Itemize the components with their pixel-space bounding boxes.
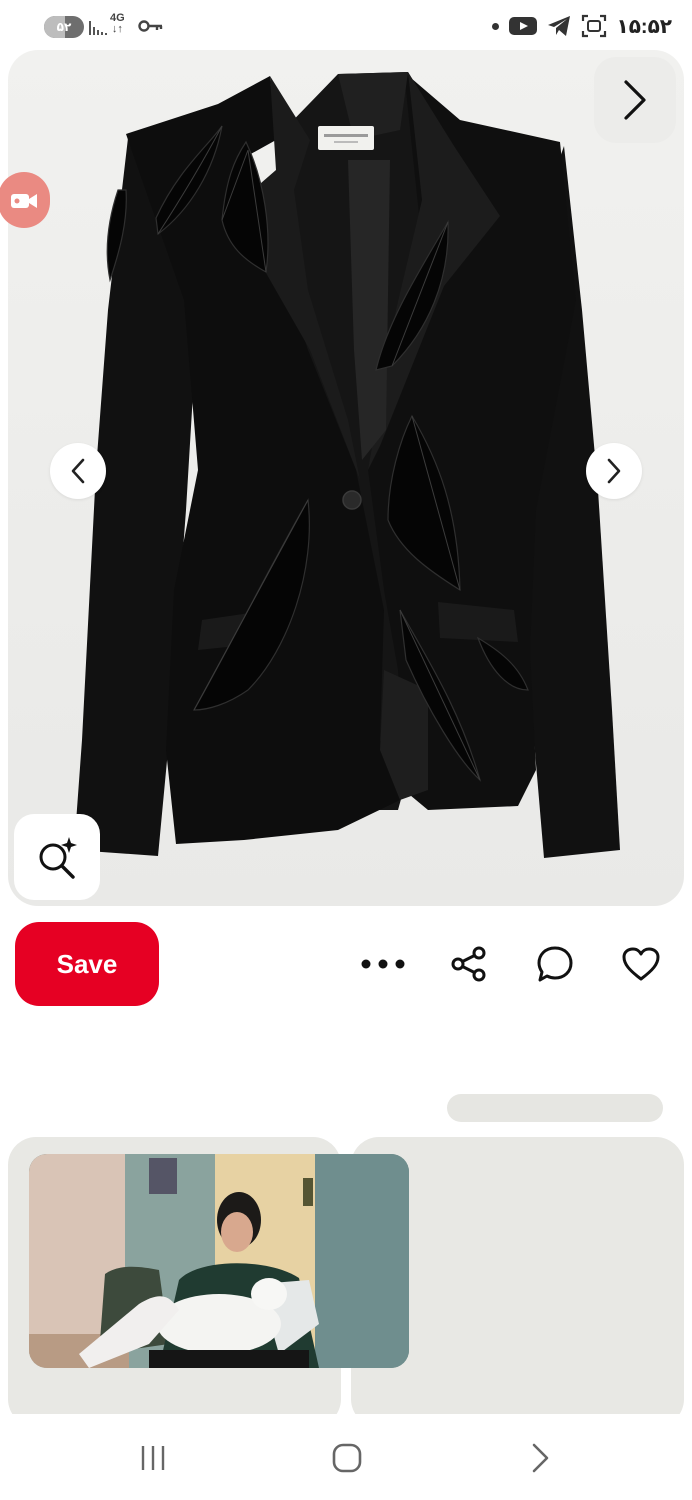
video-record-icon bbox=[11, 194, 37, 208]
close-button[interactable] bbox=[594, 57, 676, 143]
telegram-icon bbox=[547, 16, 570, 36]
heart-icon bbox=[622, 947, 660, 981]
next-image-button[interactable] bbox=[586, 443, 642, 499]
clock: ۱۵:۵۲ bbox=[616, 15, 672, 38]
more-icon bbox=[361, 959, 405, 969]
pin-image[interactable] bbox=[8, 50, 684, 906]
video-frame-image bbox=[29, 1154, 409, 1368]
comment-icon bbox=[537, 946, 573, 982]
status-bar: ۵۲ 4G ↓↑ ۱۵:۵۲ bbox=[0, 0, 692, 52]
chevron-right-icon bbox=[624, 80, 646, 120]
battery-level: ۵۲ bbox=[56, 20, 72, 34]
back-button[interactable] bbox=[518, 1436, 562, 1480]
save-button[interactable]: Save bbox=[15, 922, 159, 1006]
loading-placeholder bbox=[447, 1094, 663, 1122]
share-button[interactable] bbox=[443, 938, 495, 990]
chevron-right-icon bbox=[607, 458, 621, 484]
pin-detail-screen: ۵۲ 4G ↓↑ ۱۵:۵۲ Save bbox=[0, 0, 692, 1500]
screen-record-button[interactable] bbox=[0, 172, 50, 228]
notification-dot-icon bbox=[491, 22, 499, 30]
sparkle-search-icon bbox=[39, 837, 77, 879]
home-icon bbox=[332, 1443, 362, 1473]
video-thumbnail[interactable] bbox=[29, 1154, 409, 1368]
battery-indicator: ۵۲ bbox=[44, 16, 84, 38]
system-navigation-bar bbox=[0, 1414, 692, 1500]
recent-apps-button[interactable] bbox=[131, 1436, 175, 1480]
youtube-icon bbox=[508, 17, 537, 35]
more-options-button[interactable] bbox=[357, 938, 409, 990]
signal-icon bbox=[89, 21, 107, 35]
like-button[interactable] bbox=[615, 938, 667, 990]
back-icon bbox=[532, 1443, 549, 1473]
home-button[interactable] bbox=[325, 1436, 369, 1480]
vpn-key-icon bbox=[138, 20, 163, 32]
blazer-image bbox=[74, 72, 620, 858]
network-indicator: 4G ↓↑ bbox=[110, 13, 125, 35]
data-arrows-icon: ↓↑ bbox=[111, 23, 123, 35]
comment-button[interactable] bbox=[529, 938, 581, 990]
status-right: ۱۵:۵۲ bbox=[491, 12, 673, 40]
previous-image-button[interactable] bbox=[50, 443, 106, 499]
screenshot-icon bbox=[581, 14, 606, 38]
visual-search-button[interactable] bbox=[14, 814, 100, 900]
share-icon bbox=[451, 946, 486, 982]
chevron-left-icon bbox=[71, 458, 85, 484]
recent-apps-icon bbox=[141, 1446, 165, 1470]
